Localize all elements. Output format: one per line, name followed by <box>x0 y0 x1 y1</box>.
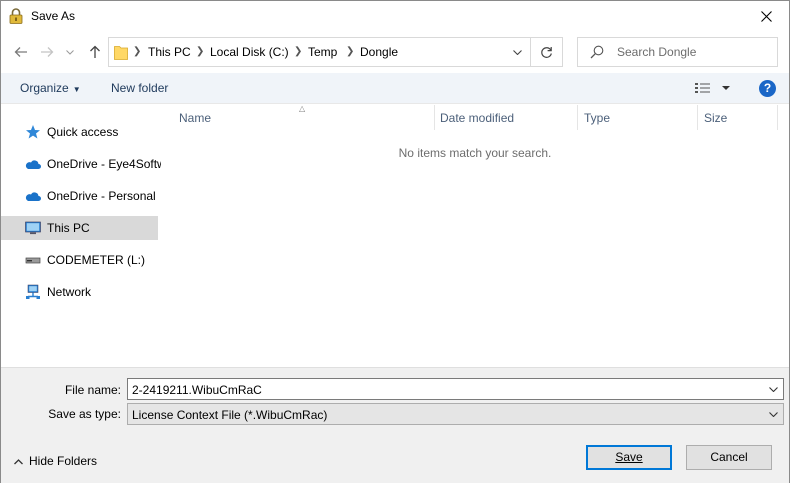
breadcrumb-separator: ❯ <box>294 46 303 57</box>
new-folder-button[interactable]: New folder <box>111 81 168 95</box>
save-button-label: Save <box>615 450 643 464</box>
breadcrumb-this-pc[interactable]: This PC <box>148 45 191 59</box>
breadcrumb-dongle[interactable]: Dongle <box>360 45 398 59</box>
breadcrumb-separator: ❯ <box>196 46 205 57</box>
breadcrumb-separator: ❯ <box>133 46 142 57</box>
nav-item-label: OneDrive - Eye4Softw <box>47 157 161 171</box>
nav-item-network[interactable]: Network <box>1 280 158 304</box>
forward-button[interactable] <box>36 41 58 63</box>
refresh-icon <box>541 46 552 58</box>
search-placeholder: Search Dongle <box>617 45 697 59</box>
nav-item-label: OneDrive - Personal <box>47 189 156 203</box>
save-as-dialog: Save As ❯ This PC ❯ Local Disk (C:) ❯ Te… <box>0 0 790 483</box>
hide-folders-label: Hide Folders <box>29 454 98 468</box>
address-bar[interactable]: ❯ This PC ❯ Local Disk (C:) ❯ Temp ❯ Don… <box>108 37 531 67</box>
nav-item-onedrive-business[interactable]: OneDrive - Eye4Softw <box>1 152 161 176</box>
arrow-right-icon <box>41 47 54 57</box>
cloud-icon <box>25 160 41 169</box>
back-button[interactable] <box>10 41 32 63</box>
save-as-type-value: License Context File (*.WibuCmRac) <box>132 408 328 422</box>
column-header-name[interactable]: Name <box>179 111 211 125</box>
refresh-button[interactable] <box>531 37 563 67</box>
title-bar: Save As <box>1 1 789 32</box>
column-divider[interactable] <box>777 105 778 130</box>
search-box[interactable]: Search Dongle <box>577 37 778 67</box>
search-icon <box>590 45 604 59</box>
hide-folders-button[interactable]: Hide Folders <box>14 454 97 468</box>
command-bar: Organize ▼ New folder ? <box>1 73 789 104</box>
column-header-size[interactable]: Size <box>704 111 727 125</box>
file-name-label: File name: <box>64 383 121 397</box>
save-options-panel: File name: 2-2419211.WibuCmRaC Save as t… <box>1 367 789 483</box>
close-icon <box>760 11 772 22</box>
chevron-down-icon <box>66 49 74 55</box>
dropdown-arrow-icon: ▼ <box>72 85 81 94</box>
breadcrumb-local-disk[interactable]: Local Disk (C:) <box>210 45 289 59</box>
nav-item-onedrive-personal[interactable]: OneDrive - Personal <box>1 184 158 208</box>
column-header-date-modified[interactable]: Date modified <box>440 111 514 125</box>
details-view-icon <box>695 83 730 93</box>
column-divider[interactable] <box>577 105 578 130</box>
lock-icon <box>9 8 23 24</box>
chevron-down-icon <box>512 49 522 55</box>
chevron-down-icon <box>768 386 778 392</box>
save-as-type-label: Save as type: <box>48 407 121 421</box>
file-name-history-button[interactable] <box>763 379 783 399</box>
column-header-type[interactable]: Type <box>584 111 610 125</box>
nav-item-label: This PC <box>47 221 90 235</box>
breadcrumb-separator: ❯ <box>346 46 355 57</box>
arrow-left-icon <box>14 47 27 57</box>
file-list: △ Name Date modified Type Size No items … <box>161 104 789 367</box>
column-divider[interactable] <box>434 105 435 130</box>
column-divider[interactable] <box>697 105 698 130</box>
change-view-button[interactable] <box>694 80 734 98</box>
folder-icon <box>114 46 128 60</box>
cancel-button[interactable]: Cancel <box>686 445 772 470</box>
nav-item-label: Quick access <box>47 125 119 139</box>
nav-item-this-pc[interactable]: This PC <box>1 216 158 240</box>
nav-item-label: CODEMETER (L:) <box>47 253 146 267</box>
dialog-title: Save As <box>31 9 76 23</box>
chevron-up-icon <box>14 459 23 465</box>
save-button[interactable]: Save <box>586 445 672 470</box>
nav-item-codemeter-drive[interactable]: CODEMETER (L:) <box>1 248 158 272</box>
organize-label: Organize <box>20 81 69 95</box>
nav-item-quick-access[interactable]: Quick access <box>1 120 158 144</box>
close-button[interactable] <box>743 1 789 32</box>
cloud-icon <box>25 192 41 201</box>
file-name-input[interactable]: 2-2419211.WibuCmRaC <box>127 378 784 400</box>
up-button[interactable] <box>84 41 106 63</box>
breadcrumb-temp[interactable]: Temp <box>308 45 337 59</box>
help-button[interactable]: ? <box>759 80 776 97</box>
save-as-type-dropdown-button[interactable] <box>763 404 783 424</box>
network-icon <box>26 284 40 299</box>
computer-icon <box>25 221 41 235</box>
save-as-type-select[interactable]: License Context File (*.WibuCmRac) <box>127 403 784 425</box>
organize-button[interactable]: Organize ▼ <box>20 81 81 95</box>
arrow-up-icon <box>90 45 100 58</box>
drive-icon <box>25 257 41 264</box>
nav-item-label: Network <box>47 285 92 299</box>
navigation-pane: Quick access OneDrive - Eye4Softw OneDri… <box>1 105 161 365</box>
star-icon <box>26 125 40 139</box>
file-name-value: 2-2419211.WibuCmRaC <box>132 383 262 397</box>
chevron-down-icon <box>768 411 778 417</box>
sort-ascending-icon: △ <box>299 104 306 113</box>
empty-folder-message: No items match your search. <box>398 146 552 160</box>
recent-locations-button[interactable] <box>63 41 77 63</box>
address-history-button[interactable] <box>504 38 530 66</box>
